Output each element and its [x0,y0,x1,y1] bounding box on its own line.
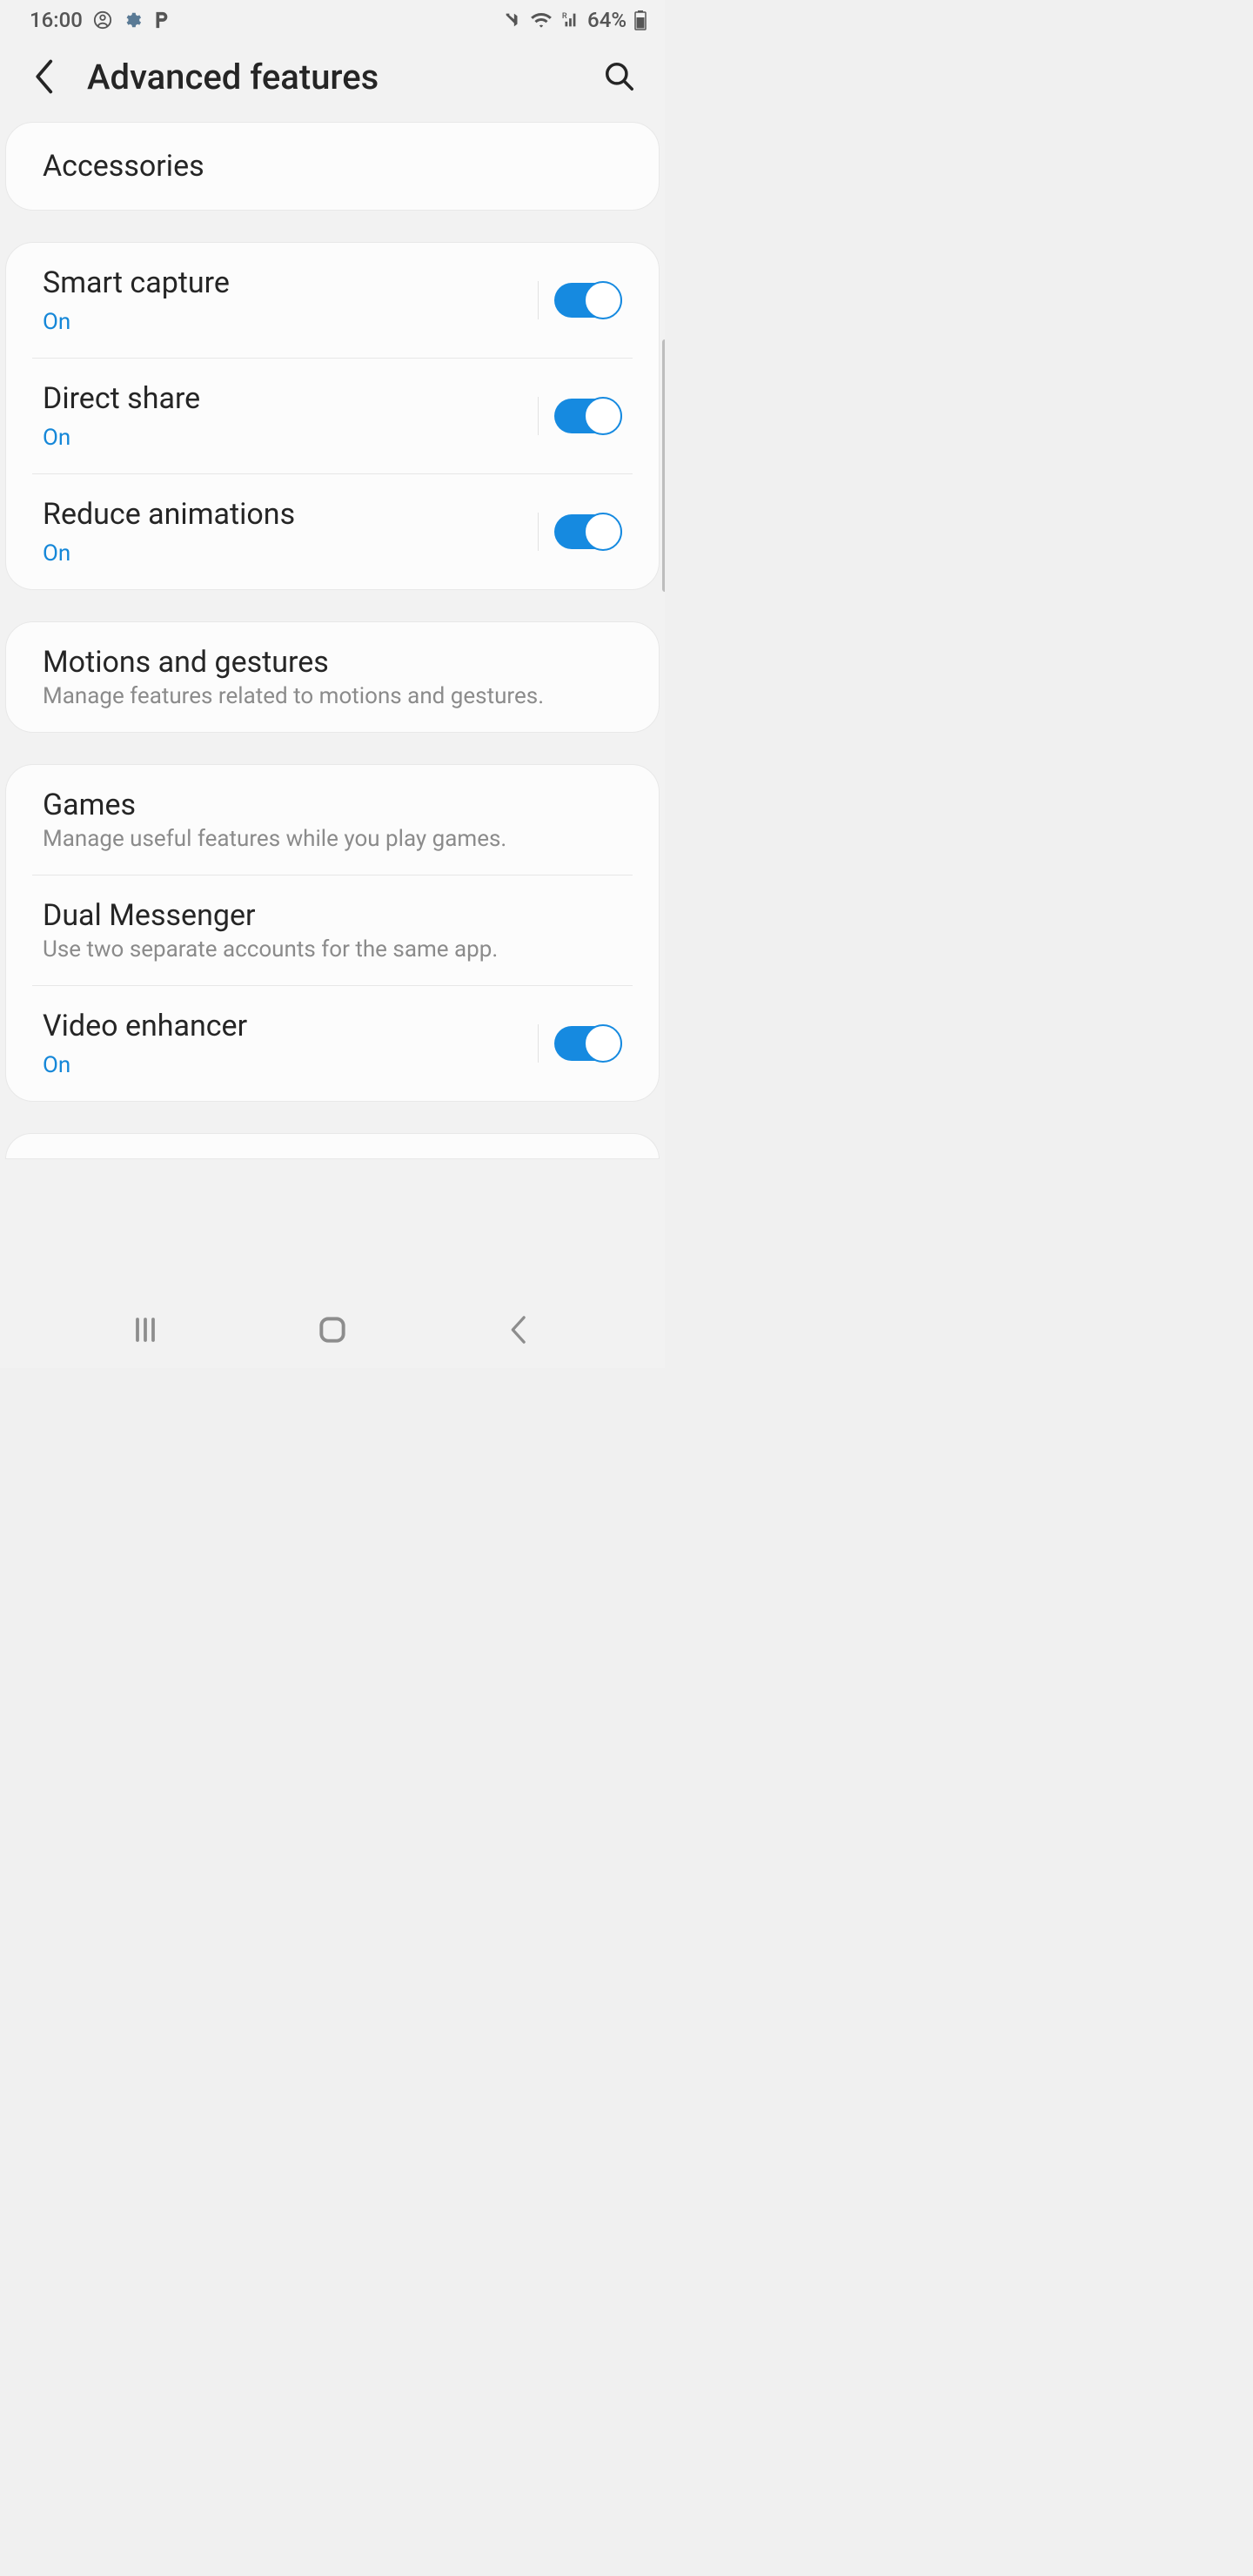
row-sub: Manage features related to motions and g… [43,683,622,709]
p-icon [152,10,170,30]
nav-recents-button[interactable] [111,1308,180,1352]
back-button[interactable] [24,56,66,97]
page-title: Advanced features [87,57,379,97]
toggle-reduce-animations[interactable] [554,514,622,549]
row-direct-share[interactable]: Direct share On [32,358,633,473]
row-title: Video enhancer [43,1009,522,1043]
gear-icon [123,10,142,30]
row-status: On [43,309,522,335]
chevron-left-icon [33,59,57,94]
row-title: Accessories [43,149,622,184]
toggle-divider [538,1024,539,1063]
navigation-bar [0,1298,665,1368]
home-icon [316,1313,349,1346]
toggle-smart-capture[interactable] [554,283,622,318]
card-accessories: Accessories [5,122,660,211]
row-games[interactable]: Games Manage useful features while you p… [6,765,659,875]
row-reduce-animations[interactable]: Reduce animations On [32,473,633,589]
signal-icon: R [559,10,580,30]
card-games-group: Games Manage useful features while you p… [5,764,660,1102]
battery-percent: 64% [587,8,626,32]
row-video-enhancer[interactable]: Video enhancer On [32,985,633,1101]
toggle-video-enhancer[interactable] [554,1026,622,1061]
row-title: Direct share [43,381,522,416]
svg-text:R: R [562,12,567,21]
status-bar: 16:00 R 64% [0,0,665,40]
scroll-indicator[interactable] [662,339,665,592]
nav-back-button[interactable] [485,1308,554,1352]
row-status: On [43,425,522,451]
row-title: Smart capture [43,265,522,300]
nav-home-button[interactable] [298,1308,367,1352]
row-sub: Manage useful features while you play ga… [43,826,622,852]
row-motions-gestures[interactable]: Motions and gestures Manage features rel… [6,622,659,732]
search-button[interactable] [599,56,640,97]
row-accessories[interactable]: Accessories [6,123,659,210]
row-status: On [43,540,522,567]
card-motions: Motions and gestures Manage features rel… [5,621,660,733]
row-title: Motions and gestures [43,645,622,680]
row-title: Games [43,788,622,822]
row-title: Dual Messenger [43,898,622,933]
app-header: Advanced features [0,40,665,122]
vibrate-icon [502,10,523,30]
toggle-divider [538,513,539,551]
card-toggles-1: Smart capture On Direct share On [5,242,660,590]
battery-icon [633,10,647,30]
toggle-direct-share[interactable] [554,399,622,433]
row-title: Reduce animations [43,497,522,532]
person-icon [93,10,112,30]
row-sub: Use two separate accounts for the same a… [43,936,622,963]
recents-icon [130,1314,161,1345]
toggle-divider [538,281,539,319]
card-next-peek[interactable] [5,1133,660,1159]
status-time: 16:00 [30,8,83,32]
wifi-icon [530,10,553,30]
row-smart-capture[interactable]: Smart capture On [6,243,659,358]
search-icon [603,60,636,93]
nav-back-icon [506,1314,533,1345]
row-dual-messenger[interactable]: Dual Messenger Use two separate accounts… [32,875,633,985]
settings-content: Accessories Smart capture On Direct shar… [0,122,665,1298]
row-status: On [43,1052,522,1078]
toggle-divider [538,397,539,435]
